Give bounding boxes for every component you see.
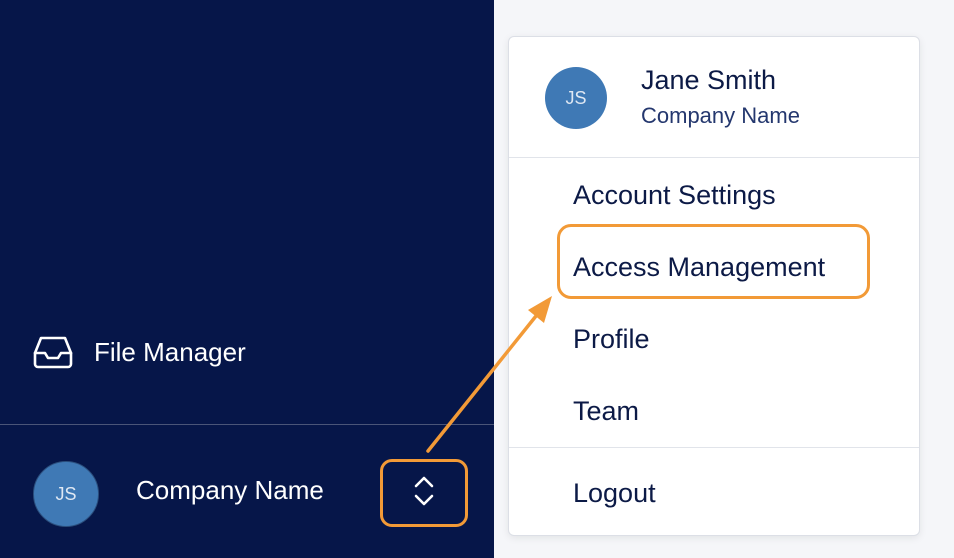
menu-item-logout[interactable]: Logout xyxy=(573,473,656,513)
account-switcher-button[interactable] xyxy=(380,459,468,527)
menu-item-account-settings[interactable]: Account Settings xyxy=(573,175,776,215)
menu-item-team[interactable]: Team xyxy=(573,391,639,431)
user-company: Company Name xyxy=(641,103,800,128)
menu-divider xyxy=(509,447,919,448)
inbox-tray-icon xyxy=(32,334,74,370)
account-switcher: JS Company Name xyxy=(0,425,494,558)
sidebar: File Manager JS Company Name xyxy=(0,0,494,558)
chevron-up-down-icon xyxy=(411,473,437,514)
menu-item-profile[interactable]: Profile xyxy=(573,319,650,359)
company-name: Company Name xyxy=(136,475,324,505)
menu-divider xyxy=(509,157,919,158)
menu-user-header: JS Jane Smith Company Name xyxy=(509,37,919,157)
sidebar-item-label: File Manager xyxy=(94,336,246,367)
sidebar-item-file-manager[interactable]: File Manager xyxy=(32,332,246,372)
avatar: JS xyxy=(545,67,607,129)
user-name: Jane Smith xyxy=(641,65,777,95)
avatar[interactable]: JS xyxy=(33,461,99,527)
highlight-box xyxy=(557,224,870,299)
